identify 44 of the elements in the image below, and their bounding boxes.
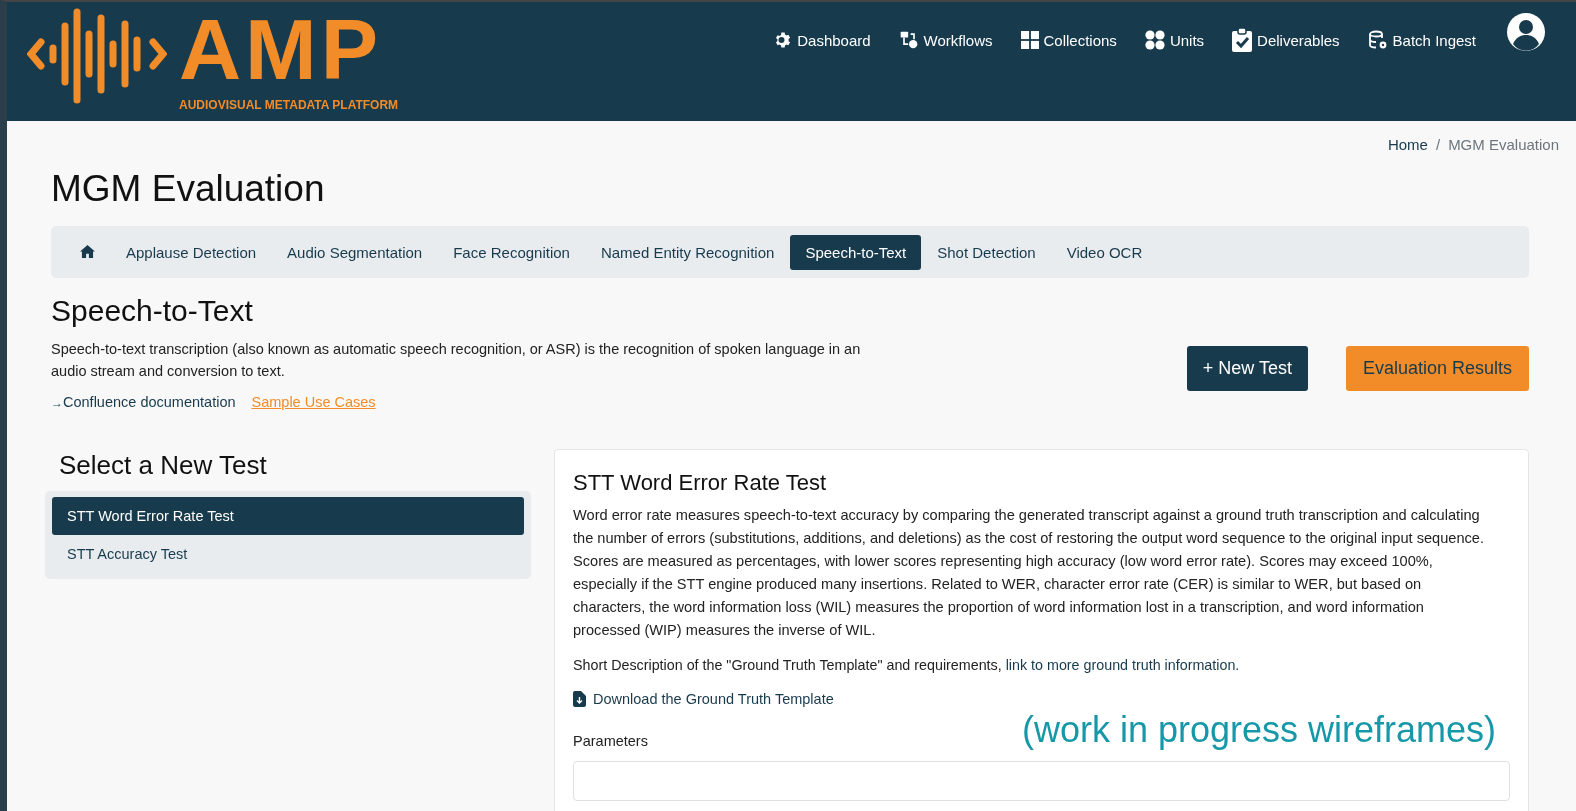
database-gear-icon <box>1367 30 1388 50</box>
ground-truth-link[interactable]: link to more ground truth information. <box>1005 657 1240 673</box>
gear-icon <box>774 31 793 49</box>
category-tab[interactable]: Face Recognition <box>438 234 585 270</box>
user-avatar-icon[interactable] <box>1506 12 1546 52</box>
logo-wordmark: AMP <box>179 6 384 92</box>
parameters-label: Parameters <box>573 733 648 751</box>
breadcrumb-link[interactable]: MGM Evaluation <box>1448 136 1559 154</box>
test-list-item[interactable]: STT Word Error Rate Test <box>52 497 524 535</box>
ground-truth-note: Short Description of the "Ground Truth Template" and requirements, link to more ground truth information. <box>573 657 1241 673</box>
category-tab[interactable]: Named Entity Recognition <box>585 234 790 270</box>
nav-link[interactable]: Deliverables <box>1232 28 1340 52</box>
file-download-icon <box>573 691 586 707</box>
category-tab[interactable]: Shot Detection <box>922 234 1051 270</box>
breadcrumb-link[interactable]: Home <box>1387 136 1428 154</box>
picker-title: Select a New Test <box>59 450 268 481</box>
test-title: STT Word Error Rate Test <box>573 470 828 496</box>
test-list-item[interactable]: STT Accuracy Test <box>52 535 524 573</box>
nav-link[interactable]: Dashboard <box>774 28 871 52</box>
section-title: Speech-to-Text <box>51 294 254 328</box>
category-tab[interactable]: Speech-to-Text <box>790 234 922 270</box>
page-title: MGM Evaluation <box>51 168 326 210</box>
nav-link[interactable]: Collections <box>1020 28 1117 52</box>
clipboard-check-icon <box>1232 28 1253 52</box>
workflow-icon <box>898 30 919 50</box>
nav-link[interactable]: Workflows <box>898 28 993 52</box>
home-icon <box>80 244 95 258</box>
nav-link[interactable]: Units <box>1144 28 1205 52</box>
category-tab[interactable]: Applause Detection <box>111 234 272 270</box>
results-button[interactable]: Evaluation Results <box>1345 346 1529 391</box>
category-tab[interactable]: Audio Segmentation <box>272 234 438 270</box>
parameters-field[interactable] <box>573 761 1510 801</box>
breadcrumb-separator: / <box>1435 136 1441 154</box>
new-test-button[interactable]: + New Test <box>1186 346 1308 391</box>
four-circles-icon <box>1144 30 1165 50</box>
section-description: Speech-to-text transcription (also known as automatic speech recognition, or ASR) is the recognition of spoken language in an audio stream and conversion to text. <box>51 340 862 381</box>
test-description: Word error rate measures speech-to-text accuracy by comparing the generated transcript against a ground truth transcription and calculating the number of errors (substitutions, additions, and deletions) as the cost of restoring the output word sequence to the original input sequence. Scores are measured as percentages, with lower scores representing high accuracy (low word error rate). Scores may exceed 100%, especially if the STT engine produced many insertions. Related to WER, character error rate (CER) is similar to WER, but based on characters, the word information loss (WIL) measures the proportion of word information lost in a transcription, and word information processed (WIP) measures the inverse of WIL. <box>573 506 1486 640</box>
category-tab[interactable]: Video OCR <box>1051 234 1158 270</box>
annotation-note: (work in progress wireframes) <box>1021 709 1496 751</box>
grid-icon <box>1020 31 1039 49</box>
download-template-link[interactable]: Download the Ground Truth Template <box>573 691 1510 707</box>
documentation-link[interactable]: →Confluence documentation <box>51 394 236 410</box>
logo-tagline: AUDIOVISUAL METADATA PLATFORM <box>179 98 399 112</box>
nav-link[interactable]: Batch Ingest <box>1367 28 1476 52</box>
